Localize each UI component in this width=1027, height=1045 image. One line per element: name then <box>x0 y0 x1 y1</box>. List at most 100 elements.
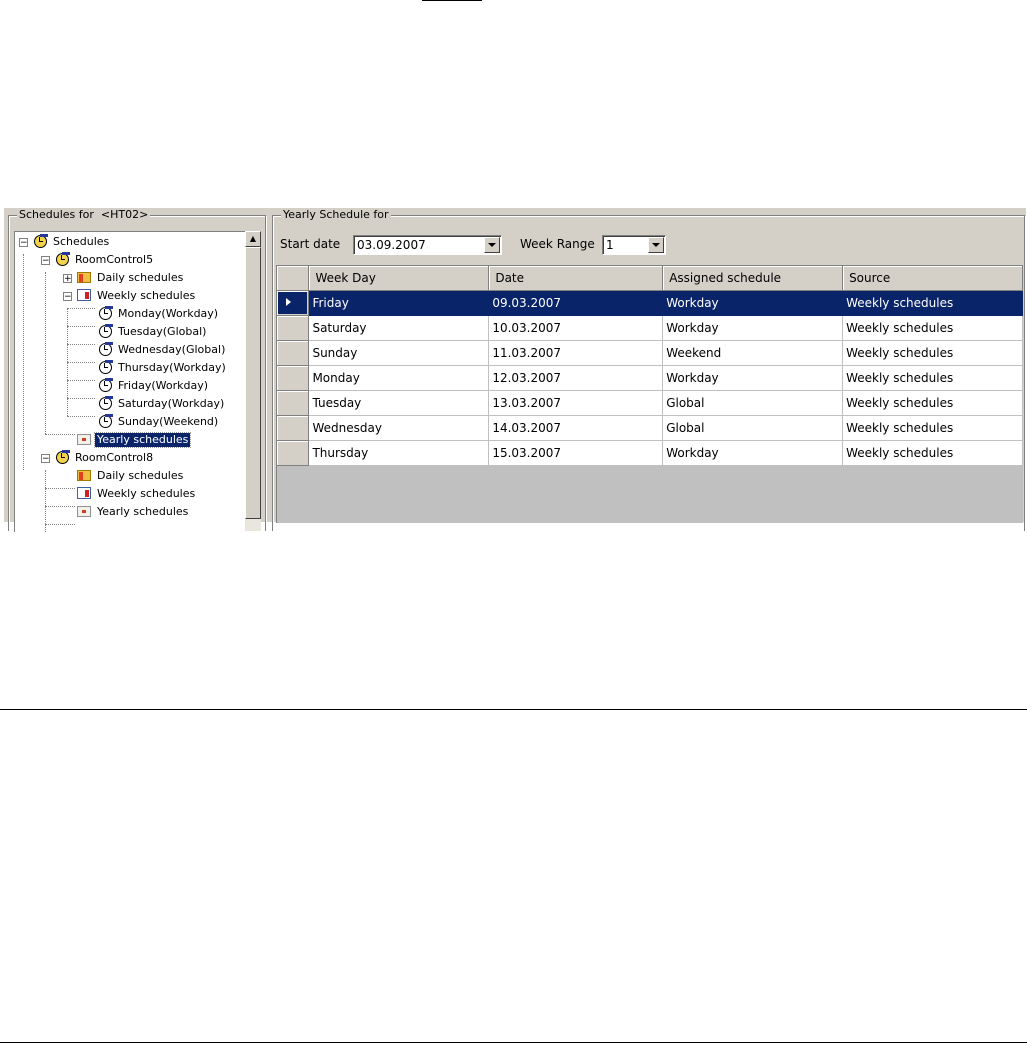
cell-date[interactable]: 09.03.2007 <box>488 290 664 316</box>
column-header-source[interactable]: Source <box>842 266 1023 291</box>
schedule-table: Week Day Date Assigned schedule Source F… <box>277 266 1023 466</box>
tree-line <box>23 254 25 470</box>
scroll-up-button[interactable]: ▲ <box>245 231 261 247</box>
weekly-schedules-icon <box>76 486 92 500</box>
row-selector[interactable] <box>277 415 310 441</box>
cell-week-day[interactable]: Tuesday <box>308 390 490 416</box>
cell-date[interactable]: 12.03.2007 <box>488 365 664 391</box>
tree-node-weekday[interactable]: Sunday(Weekend) <box>97 413 220 431</box>
row-selector[interactable] <box>277 315 310 341</box>
cell-week-day[interactable]: Monday <box>308 365 490 391</box>
week-range-value: 1 <box>606 238 614 252</box>
schedules-group-title: Schedules for <HT02> <box>17 208 151 222</box>
tree-line <box>67 398 95 400</box>
cell-source[interactable]: Weekly schedules <box>842 390 1023 416</box>
row-selector[interactable] <box>277 390 310 416</box>
cell-date[interactable]: 15.03.2007 <box>488 440 664 466</box>
cell-week-day[interactable]: Wednesday <box>308 415 490 441</box>
tree-node-roomcontrol8[interactable]: RoomControl8 <box>54 449 155 467</box>
cell-source[interactable]: Weekly schedules <box>842 440 1023 466</box>
tree-node-weekday[interactable]: Monday(Workday) <box>97 305 220 323</box>
tree-scrollbar[interactable]: ▲ <box>245 231 261 531</box>
cell-assigned-schedule[interactable]: Weekend <box>662 340 844 366</box>
cell-assigned-schedule[interactable]: Global <box>662 415 844 441</box>
cell-source[interactable]: Weekly schedules <box>842 415 1023 441</box>
tree-node-weekday[interactable]: Wednesday(Global) <box>97 341 227 359</box>
clock-icon <box>97 306 113 320</box>
cell-date[interactable]: 10.03.2007 <box>488 315 664 341</box>
page-rule <box>0 1042 1027 1043</box>
collapse-toggle[interactable]: − <box>63 292 72 302</box>
table-row-selected[interactable]: Friday 09.03.2007 Workday Weekly schedul… <box>277 290 1023 316</box>
tree-node-weekly-schedules[interactable]: Weekly schedules <box>76 485 197 503</box>
cell-date[interactable]: 14.03.2007 <box>488 415 664 441</box>
week-range-combo[interactable]: 1 <box>602 235 666 255</box>
schedules-group: Schedules for <HT02> − Schedules − RoomC… <box>8 208 266 532</box>
start-date-combo[interactable]: 03.09.2007 <box>353 235 502 255</box>
cell-assigned-schedule[interactable]: Global <box>662 390 844 416</box>
collapse-toggle[interactable]: − <box>41 454 50 464</box>
cell-week-day[interactable]: Sunday <box>308 340 490 366</box>
dropdown-arrow-icon[interactable] <box>648 237 664 253</box>
room-control-icon <box>54 450 70 464</box>
tree-node-weekday[interactable]: Thursday(Workday) <box>97 359 228 377</box>
row-selector[interactable] <box>277 440 310 466</box>
daily-schedules-icon <box>76 270 92 284</box>
row-selector[interactable] <box>277 365 310 391</box>
column-header-date[interactable]: Date <box>488 266 664 291</box>
cell-source[interactable]: Weekly schedules <box>842 315 1023 341</box>
row-selector[interactable] <box>277 290 310 316</box>
cell-source[interactable]: Weekly schedules <box>842 340 1023 366</box>
tree-node-schedules[interactable]: Schedules <box>32 233 111 251</box>
tree-node-roomcontrol5[interactable]: RoomControl5 <box>54 251 155 269</box>
column-header-assigned-schedule[interactable]: Assigned schedule <box>662 266 844 291</box>
tree-node-yearly-schedules-selected[interactable]: Yearly schedules <box>76 431 192 449</box>
cell-week-day[interactable]: Thursday <box>308 440 490 466</box>
tree-line <box>67 416 95 418</box>
tree-line <box>45 506 75 508</box>
cell-assigned-schedule[interactable]: Workday <box>662 290 844 316</box>
cell-date[interactable]: 11.03.2007 <box>488 340 664 366</box>
dropdown-arrow-icon[interactable] <box>484 237 500 253</box>
collapse-toggle[interactable]: − <box>41 256 50 266</box>
expand-toggle[interactable]: + <box>63 274 72 284</box>
table-row[interactable]: Tuesday 13.03.2007 Global Weekly schedul… <box>277 390 1023 416</box>
tree-line <box>45 470 47 532</box>
start-date-value: 03.09.2007 <box>357 238 426 252</box>
schedule-grid[interactable]: Week Day Date Assigned schedule Source F… <box>276 265 1023 523</box>
tree-node-weekday[interactable]: Friday(Workday) <box>97 377 210 395</box>
tree-line <box>45 272 47 434</box>
cell-date[interactable]: 13.03.2007 <box>488 390 664 416</box>
grid-corner[interactable] <box>277 266 310 291</box>
table-row[interactable]: Sunday 11.03.2007 Weekend Weekly schedul… <box>277 340 1023 366</box>
tree-node-daily-schedules[interactable]: Daily schedules <box>76 269 185 287</box>
tree-line <box>67 362 95 364</box>
table-row[interactable]: Monday 12.03.2007 Workday Weekly schedul… <box>277 365 1023 391</box>
clock-icon <box>97 360 113 374</box>
table-row[interactable]: Saturday 10.03.2007 Workday Weekly sched… <box>277 315 1023 341</box>
cell-assigned-schedule[interactable]: Workday <box>662 365 844 391</box>
cell-source[interactable]: Weekly schedules <box>842 365 1023 391</box>
tree-node-yearly-schedules[interactable]: Yearly schedules <box>76 503 190 521</box>
clock-icon <box>97 342 113 356</box>
row-selector[interactable] <box>277 340 310 366</box>
collapse-toggle[interactable]: − <box>19 238 28 248</box>
tree-line <box>45 488 75 490</box>
current-row-arrow-icon <box>286 298 291 306</box>
table-row[interactable]: Thursday 15.03.2007 Workday Weekly sched… <box>277 440 1023 466</box>
tree-node-weekday[interactable]: Tuesday(Global) <box>97 323 208 341</box>
tree-node-weekly-schedules[interactable]: Weekly schedules <box>76 287 197 305</box>
cell-assigned-schedule[interactable]: Workday <box>662 440 844 466</box>
tree-node-weekday[interactable]: Saturday(Workday) <box>97 395 226 413</box>
cell-assigned-schedule[interactable]: Workday <box>662 315 844 341</box>
tree-node-daily-schedules[interactable]: Daily schedules <box>76 467 185 485</box>
daily-schedules-icon <box>76 468 92 482</box>
schedules-tree[interactable]: − Schedules − RoomControl5 + Daily sched… <box>14 231 245 532</box>
scroll-thumb[interactable] <box>245 247 261 519</box>
tree-line <box>45 524 75 526</box>
cell-source[interactable]: Weekly schedules <box>842 290 1023 316</box>
cell-week-day[interactable]: Friday <box>308 290 490 316</box>
column-header-week-day[interactable]: Week Day <box>308 266 490 291</box>
cell-week-day[interactable]: Saturday <box>308 315 490 341</box>
table-row[interactable]: Wednesday 14.03.2007 Global Weekly sched… <box>277 415 1023 441</box>
